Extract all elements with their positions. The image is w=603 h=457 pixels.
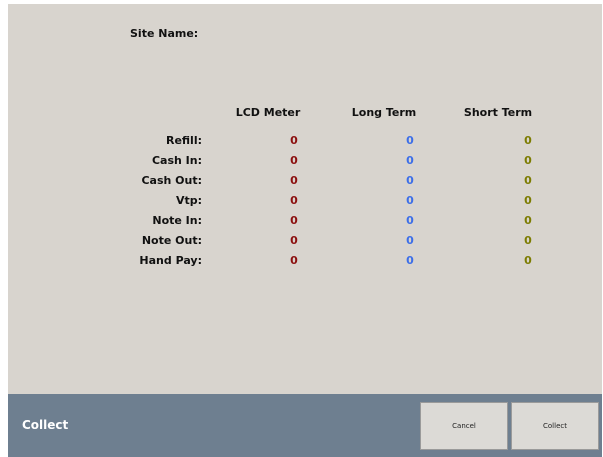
vtp-lcd-value: 0 xyxy=(290,194,298,207)
vtp-short-term-value: 0 xyxy=(524,194,532,207)
cash-in-short-term-value: 0 xyxy=(524,154,532,167)
column-header-short-term: Short Term xyxy=(463,106,533,119)
note-out-short-term-value: 0 xyxy=(524,234,532,247)
note-in-long-term-value: 0 xyxy=(406,214,414,227)
row-label-refill: Refill: xyxy=(165,134,202,147)
cancel-button[interactable]: Cancel xyxy=(420,402,508,450)
note-out-long-term-value: 0 xyxy=(406,234,414,247)
row-label-cash-in: Cash In: xyxy=(151,154,202,167)
refill-lcd-value: 0 xyxy=(290,134,298,147)
column-header-lcd-meter: LCD Meter xyxy=(235,106,301,119)
row-label-vtp: Vtp: xyxy=(175,194,202,207)
cash-out-short-term-value: 0 xyxy=(524,174,532,187)
column-header-long-term: Long Term xyxy=(351,106,417,119)
refill-long-term-value: 0 xyxy=(406,134,414,147)
row-label-note-out: Note Out: xyxy=(141,234,202,247)
cash-out-long-term-value: 0 xyxy=(406,174,414,187)
note-out-lcd-value: 0 xyxy=(290,234,298,247)
cash-out-lcd-value: 0 xyxy=(290,174,298,187)
footer-title: Collect xyxy=(22,418,69,432)
hand-pay-short-term-value: 0 xyxy=(524,254,532,267)
hand-pay-long-term-value: 0 xyxy=(406,254,414,267)
site-name-label: Site Name: xyxy=(130,27,199,40)
refill-short-term-value: 0 xyxy=(524,134,532,147)
row-label-hand-pay: Hand Pay: xyxy=(139,254,202,267)
collect-button[interactable]: Collect xyxy=(511,402,599,450)
cash-in-lcd-value: 0 xyxy=(290,154,298,167)
row-label-cash-out: Cash Out: xyxy=(141,174,202,187)
note-in-lcd-value: 0 xyxy=(290,214,298,227)
hand-pay-lcd-value: 0 xyxy=(290,254,298,267)
vtp-long-term-value: 0 xyxy=(406,194,414,207)
footer-bar: Collect Cancel Collect xyxy=(8,394,602,457)
cash-in-long-term-value: 0 xyxy=(406,154,414,167)
row-label-note-in: Note In: xyxy=(152,214,202,227)
note-in-short-term-value: 0 xyxy=(524,214,532,227)
